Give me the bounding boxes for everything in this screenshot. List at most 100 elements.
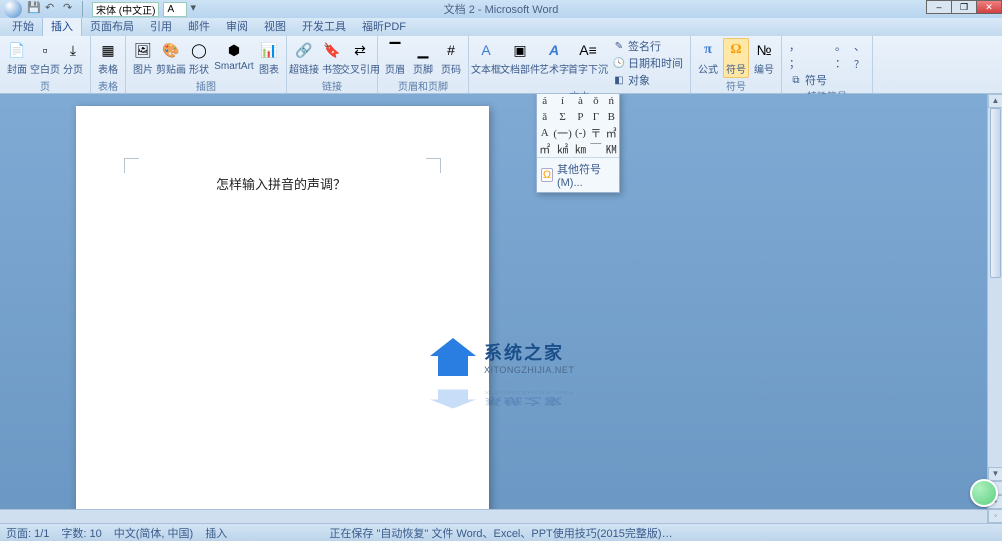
status-mode[interactable]: 插入 xyxy=(205,525,227,541)
btn-sp-4[interactable]: ： xyxy=(832,55,849,71)
tab-home[interactable]: 开始 xyxy=(4,16,42,36)
btn-blank-page[interactable]: ▫空白页 xyxy=(32,38,58,78)
qat-separator xyxy=(82,1,88,17)
btn-sp-6[interactable]: ？ xyxy=(851,55,868,71)
symbol-cell[interactable]: (一) xyxy=(552,125,572,141)
symbol-cell[interactable]: P xyxy=(573,109,588,125)
group-label-header-footer: 页眉和页脚 xyxy=(398,78,448,94)
qat-redo-icon[interactable]: ↷ xyxy=(63,1,79,17)
btn-sp-5[interactable]: 、 xyxy=(851,38,868,54)
symbol-cell[interactable]: A xyxy=(537,125,552,141)
minimize-button[interactable]: – xyxy=(926,0,952,14)
group-links: 🔗超链接 🔖书签 ⇄交叉引用 链接 xyxy=(287,36,378,93)
btn-page-number[interactable]: #页码 xyxy=(438,38,464,78)
btn-textbox[interactable]: A文本框 xyxy=(473,38,499,78)
qat-font-combo[interactable]: 宋体 (中文正) xyxy=(92,2,159,17)
symbol-icon: Ω xyxy=(726,40,746,60)
title-bar: 💾 ↶ ↷ 宋体 (中文正) A ▾ 文档 2 - Microsoft Word… xyxy=(0,0,1002,18)
symbol-more[interactable]: Ω 其他符号(M)... xyxy=(537,157,619,192)
btn-sp-1[interactable]: ， xyxy=(786,38,830,54)
ribbon: 📄封面 ▫空白页 ⤓分页 页 ▦表格 表格 🖼图片 🎨剪贴画 ◯形状 ⬢Smar… xyxy=(0,36,1002,94)
btn-shapes[interactable]: ◯形状 xyxy=(186,38,212,78)
symbol-cell[interactable]: B xyxy=(604,109,619,125)
btn-date-time[interactable]: 🕓日期和时间 xyxy=(609,55,686,71)
qat-more-icon[interactable]: ▾ xyxy=(190,1,206,17)
qat-font-size-combo[interactable]: A xyxy=(163,2,187,17)
tab-review[interactable]: 审阅 xyxy=(218,16,256,36)
tab-foxit-pdf[interactable]: 福昕PDF xyxy=(354,16,414,36)
symbol-cell[interactable]: à xyxy=(573,94,588,109)
btn-object[interactable]: ◧对象 xyxy=(609,72,686,88)
symbol-cell[interactable]: ㎡ xyxy=(537,141,552,157)
btn-smartart[interactable]: ⬢SmartArt xyxy=(214,38,254,74)
tab-page-layout[interactable]: 页面布局 xyxy=(82,16,142,36)
document-page[interactable]: 怎样输入拼音的声调？ xyxy=(76,106,489,523)
btn-footer[interactable]: ▁页脚 xyxy=(410,38,436,78)
btn-hyperlink[interactable]: 🔗超链接 xyxy=(291,38,317,78)
vertical-scrollbar[interactable]: ▲ ▼ ◦ • ◦ xyxy=(987,94,1002,523)
btn-dropcap[interactable]: A≡首字下沉 xyxy=(569,38,607,78)
status-words[interactable]: 字数: 10 xyxy=(61,525,101,541)
symbol-cell[interactable]: ㎥ xyxy=(604,125,619,141)
btn-sp-2[interactable]: ； xyxy=(786,55,830,71)
tab-insert[interactable]: 插入 xyxy=(42,15,82,36)
btn-quick-parts[interactable]: ▣文档部件 xyxy=(501,38,539,78)
ribbon-tab-strip: 开始 插入 页面布局 引用 邮件 审阅 视图 开发工具 福昕PDF xyxy=(0,18,1002,36)
page-number-icon: # xyxy=(441,40,461,60)
scroll-thumb[interactable] xyxy=(990,108,1001,278)
btn-clipart[interactable]: 🎨剪贴画 xyxy=(158,38,184,78)
btn-equation[interactable]: π公式 xyxy=(695,38,721,78)
textbox-icon: A xyxy=(476,40,496,60)
symbol-cell[interactable]: ǎ xyxy=(537,109,552,125)
assistant-badge-icon[interactable] xyxy=(970,479,998,507)
symbol-cell[interactable]: ㏎ xyxy=(604,141,619,157)
omega-icon: Ω xyxy=(541,168,553,182)
bookmark-icon: 🔖 xyxy=(322,40,342,60)
btn-signature-line[interactable]: ✎签名行 xyxy=(609,38,686,54)
btn-chart[interactable]: 📊图表 xyxy=(256,38,282,78)
tab-developer[interactable]: 开发工具 xyxy=(294,16,354,36)
symbol-cell[interactable]: í xyxy=(552,94,572,109)
btn-sp-more[interactable]: ⧉符号 xyxy=(786,72,830,88)
symbol-cell[interactable]: 〒 xyxy=(588,125,603,141)
qat-save-icon[interactable]: 💾 xyxy=(27,1,43,17)
maximize-button[interactable]: ❐ xyxy=(951,0,977,14)
btn-number[interactable]: №编号 xyxy=(751,38,777,78)
btn-wordart[interactable]: A艺术字 xyxy=(541,38,567,78)
symbol-cell[interactable]: á xyxy=(537,94,552,109)
office-button[interactable] xyxy=(4,0,22,18)
tab-references[interactable]: 引用 xyxy=(142,16,180,36)
smartart-icon: ⬢ xyxy=(224,40,244,60)
group-symbols: π公式 Ω符号 №编号 符号 xyxy=(691,36,782,93)
symbol-cell[interactable]: ń xyxy=(604,94,619,109)
btn-cover-page[interactable]: 📄封面 xyxy=(4,38,30,78)
symbol-cell[interactable]: ￣ xyxy=(588,141,603,157)
btn-cross-ref[interactable]: ⇄交叉引用 xyxy=(347,38,373,78)
dropcap-icon: A≡ xyxy=(578,40,598,60)
horizontal-scrollbar[interactable] xyxy=(0,509,987,523)
group-label-tables: 表格 xyxy=(98,78,118,94)
tab-mailings[interactable]: 邮件 xyxy=(180,16,218,36)
symbol-cell[interactable]: (-) xyxy=(573,125,588,141)
btn-page-break[interactable]: ⤓分页 xyxy=(60,38,86,78)
browse-next-icon[interactable]: ◦ xyxy=(988,509,1002,523)
btn-picture[interactable]: 🖼图片 xyxy=(130,38,156,78)
status-page[interactable]: 页面: 1/1 xyxy=(6,525,49,541)
btn-header[interactable]: ▔页眉 xyxy=(382,38,408,78)
symbol-cell[interactable]: Σ xyxy=(552,109,572,125)
symbol-cell[interactable]: Γ xyxy=(588,109,603,125)
shapes-icon: ◯ xyxy=(189,40,209,60)
qat-undo-icon[interactable]: ↶ xyxy=(45,1,61,17)
tab-view[interactable]: 视图 xyxy=(256,16,294,36)
footer-icon: ▁ xyxy=(413,40,433,60)
btn-sp-3[interactable]: 。 xyxy=(832,38,849,54)
status-lang[interactable]: 中文(简体, 中国) xyxy=(114,525,193,541)
scroll-up-icon[interactable]: ▲ xyxy=(988,94,1002,108)
btn-table[interactable]: ▦表格 xyxy=(95,38,121,78)
symbol-cell[interactable]: ㎞ xyxy=(573,141,588,157)
close-button[interactable]: ✕ xyxy=(976,0,1002,14)
symbol-cell[interactable]: ㎢ xyxy=(552,141,572,157)
scroll-down-icon[interactable]: ▼ xyxy=(988,467,1002,481)
symbol-cell[interactable]: ǒ xyxy=(588,94,603,109)
btn-symbol[interactable]: Ω符号 xyxy=(723,38,749,78)
